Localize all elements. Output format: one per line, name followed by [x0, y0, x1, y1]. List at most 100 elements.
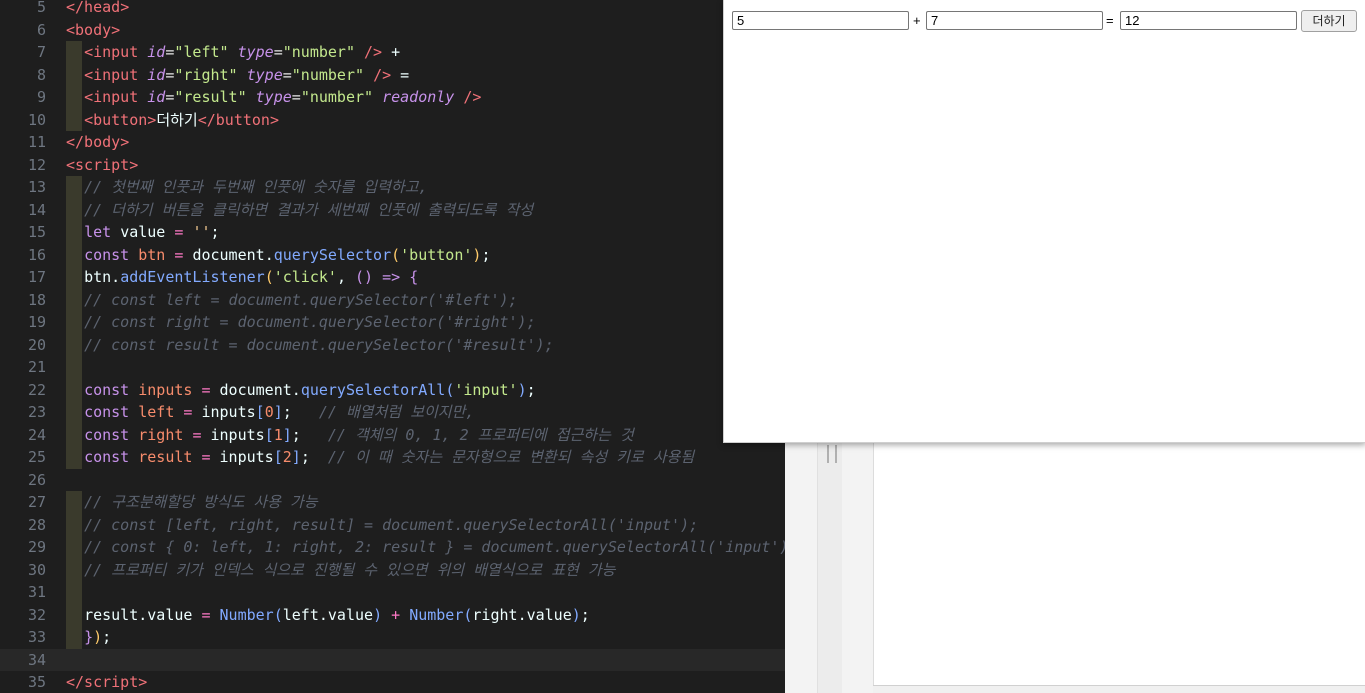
code-token: // 배열처럼 보이지만,	[318, 403, 475, 421]
code-token: =	[201, 380, 220, 399]
code-line[interactable]: 17 btn.addEventListener('click', () => {	[0, 266, 785, 289]
code-token: .	[264, 245, 274, 264]
code-token: =	[183, 403, 202, 421]
line-number: 34	[27, 650, 46, 669]
code-text: // const right = document.querySelector(…	[66, 311, 536, 334]
code-text: const inputs = document.querySelectorAll…	[66, 379, 536, 402]
code-token: 0	[264, 403, 274, 421]
code-token: document	[192, 245, 265, 264]
code-line[interactable]: 28 // const [left, right, result] = docu…	[0, 513, 785, 536]
code-token: btn	[138, 245, 175, 264]
line-number: 9	[36, 88, 46, 106]
code-token: id	[147, 43, 166, 61]
code-line[interactable]: 9 <input id="result" type="number" reado…	[0, 86, 785, 109]
code-token: readonly	[382, 88, 464, 106]
code-line[interactable]: 13 // 첫번째 인풋과 두번째 인풋에 숫자를 입력하고,	[0, 176, 785, 199]
code-line[interactable]: 33 });	[0, 626, 785, 649]
code-text: const btn = document.querySelector('butt…	[66, 244, 490, 267]
code-line[interactable]: 26	[0, 469, 785, 492]
line-number: 17	[27, 268, 46, 286]
code-line[interactable]: 16 const btn = document.querySelector('b…	[0, 243, 785, 267]
code-token: 'click'	[273, 268, 337, 286]
code-text: });	[66, 626, 111, 649]
code-text: let value = '';	[66, 221, 219, 244]
code-token: =	[192, 425, 211, 444]
code-token: ]	[291, 448, 301, 466]
code-token: )	[571, 605, 581, 624]
code-token: right	[138, 425, 193, 444]
code-line[interactable]: 23 const left = inputs[0]; // 배열처럼 보이지만,	[0, 401, 785, 424]
code-line[interactable]: 31	[0, 581, 785, 604]
code-token: // 구조분해할당 방식도 사용 가능	[84, 493, 318, 511]
code-line[interactable]: 19 // const right = document.querySelect…	[0, 311, 785, 334]
code-token: const	[84, 380, 139, 399]
code-line[interactable]: 14 // 더하기 버튼을 클릭하면 결과가 세번째 인풋에 출력되도록 작성	[0, 198, 785, 221]
code-token: right	[472, 605, 518, 624]
code-token: </button	[197, 110, 270, 129]
code-line[interactable]: 7 <input id="left" type="number" /> +	[0, 41, 785, 64]
code-line[interactable]: 24 const right = inputs[1]; // 객체의 0, 1,…	[0, 423, 785, 446]
code-line[interactable]: 34	[0, 648, 785, 671]
line-number: 15	[27, 223, 46, 241]
code-token: // 이 때 숫자는 문자형으로 변환되 속성 키로 사용됨	[327, 448, 695, 466]
code-line[interactable]: 8 <input id="right" type="number" /> =	[0, 63, 785, 86]
code-line[interactable]: 35 </script>	[0, 671, 785, 693]
code-line[interactable]: 12 <script>	[0, 154, 785, 177]
code-token: =>	[382, 268, 410, 286]
code-token: ;	[291, 425, 328, 444]
code-token: =	[174, 223, 193, 241]
code-line[interactable]: 25 const result = inputs[2]; // 이 때 숫자는 …	[0, 446, 785, 469]
code-token: =	[174, 245, 193, 264]
code-line[interactable]: 15 let value = '';	[0, 221, 785, 244]
code-text: // 프로퍼티 키가 인덱스 식으로 진행될 수 있으면 위의 배열식으로 표현…	[66, 559, 615, 582]
code-text: <button>더하기</button>	[66, 109, 279, 132]
code-token: value	[120, 223, 175, 241]
code-line[interactable]: 18 // const left = document.querySelecto…	[0, 288, 785, 311]
line-number: 27	[27, 493, 46, 511]
code-line[interactable]: 30 // 프로퍼티 키가 인덱스 식으로 진행될 수 있으면 위의 배열식으로…	[0, 558, 785, 582]
code-editor[interactable]: 5 </head> 6 <body> 7 <input id="left" type="…	[0, 0, 785, 693]
line-number: 14	[27, 200, 46, 219]
code-line[interactable]: 27 // 구조분해할당 방식도 사용 가능	[0, 491, 785, 514]
code-token: =	[291, 88, 301, 106]
code-line[interactable]: 5 </head>	[0, 0, 785, 19]
code-token: [	[273, 448, 283, 466]
left-input[interactable]	[732, 11, 909, 30]
line-number: 13	[27, 178, 46, 196]
code-line[interactable]: 32 result.value = Number(left.value) + N…	[0, 603, 785, 626]
code-line[interactable]: 11 </body>	[0, 131, 785, 154]
resize-grip-icon[interactable]	[827, 445, 837, 463]
code-token: // 첫번째 인풋과 두번째 인풋에 숫자를 입력하고,	[84, 178, 428, 196]
code-text: <script>	[66, 154, 138, 177]
code-token: (	[445, 380, 455, 399]
code-token: .	[138, 605, 148, 624]
line-number: 16	[27, 245, 46, 264]
line-number: 23	[27, 403, 46, 421]
line-number: 31	[27, 583, 46, 601]
code-text: <input id="left" type="number" /> +	[66, 41, 400, 64]
add-button[interactable]: 더하기	[1301, 10, 1357, 32]
code-token: 'input'	[454, 380, 518, 399]
code-line[interactable]: 21	[0, 356, 785, 379]
code-token: />	[364, 43, 392, 61]
right-input[interactable]	[926, 11, 1103, 30]
code-line[interactable]: 22 const inputs = document.querySelector…	[0, 378, 785, 402]
code-line[interactable]: 29 // const { 0: left, 1: right, 2: resu…	[0, 536, 785, 559]
line-number: 29	[27, 538, 46, 556]
code-line[interactable]: 20 // const result = document.querySelec…	[0, 333, 785, 356]
code-token: =	[400, 65, 410, 84]
result-input[interactable]	[1120, 11, 1297, 30]
plus-label: +	[913, 13, 921, 28]
line-number: 5	[36, 0, 46, 16]
code-line[interactable]: 10 <button>더하기</button>	[0, 108, 785, 132]
code-line[interactable]: 6 <body>	[0, 19, 785, 42]
